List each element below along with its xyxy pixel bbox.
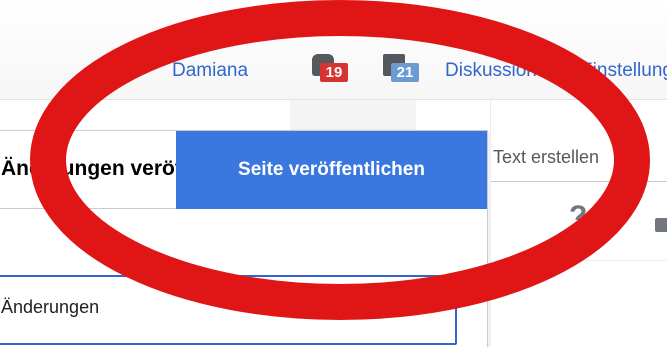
notices-button[interactable]: 21 — [383, 54, 419, 82]
talk-link[interactable]: Diskussion — [445, 60, 537, 82]
toolbar-strip — [290, 100, 416, 130]
dialog-header: Änderungen veröffentlichen Seite veröffe… — [0, 131, 487, 209]
lock-icon — [655, 218, 667, 232]
help-icon[interactable]: ? — [569, 200, 587, 234]
alerts-button[interactable]: 19 — [312, 54, 348, 82]
right-panel: Text erstellen ? — [490, 100, 667, 347]
preferences-link[interactable]: Einstellungen — [580, 60, 667, 82]
save-dialog: Änderungen veröffentlichen Seite veröffe… — [0, 130, 488, 347]
alerts-count-badge: 19 — [320, 63, 348, 82]
edit-summary-input[interactable]: Änderungen — [0, 275, 457, 345]
create-text-tab[interactable]: Text erstellen — [493, 147, 599, 168]
help-toolbar: ? — [491, 181, 667, 261]
user-link[interactable]: Damiana — [172, 60, 248, 82]
publish-button[interactable]: Seite veröffentlichen — [176, 131, 487, 209]
notices-count-badge: 21 — [391, 63, 419, 82]
personal-toolbar: Damiana 19 21 Diskussion Einstellungen — [0, 0, 667, 100]
